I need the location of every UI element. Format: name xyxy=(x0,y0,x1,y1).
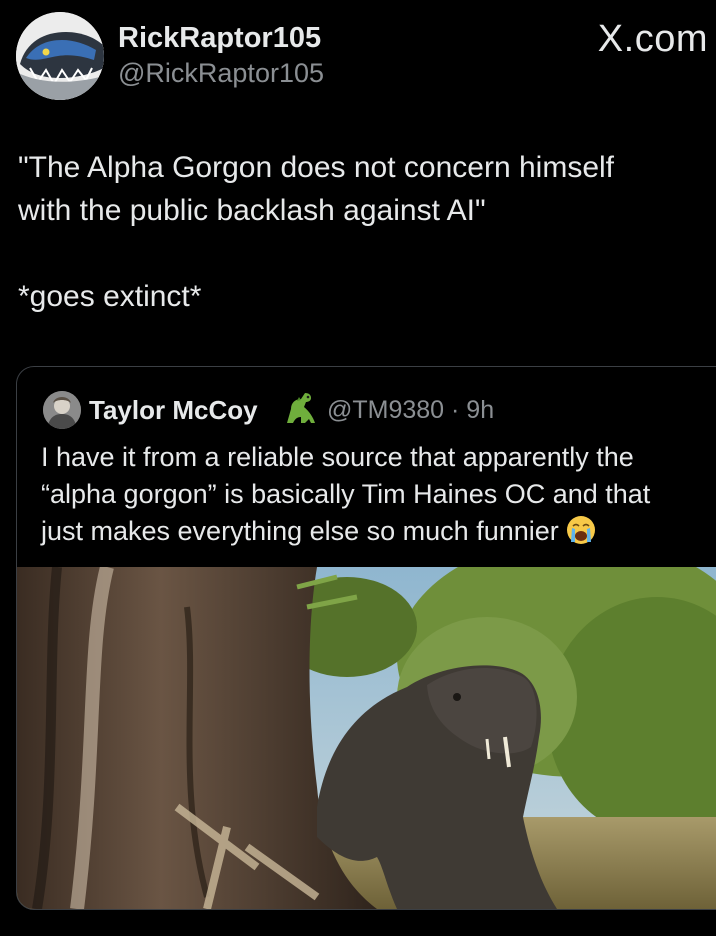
gorgonopsid-photo xyxy=(17,567,716,909)
quoted-line: just makes everything else so much funni… xyxy=(41,516,559,546)
quoted-tweet-card[interactable]: Taylor McCoy @TM9380 · 9h I have it from… xyxy=(16,366,716,910)
crying-face-icon xyxy=(565,514,597,546)
dinosaur-emoji-icon xyxy=(287,393,315,423)
x-com-watermark: X.com xyxy=(597,18,708,60)
quoted-avatar-icon xyxy=(43,391,81,429)
quoted-handle-time[interactable]: @TM9380 · 9h xyxy=(327,396,494,425)
quoted-display-name[interactable]: Taylor McCoy xyxy=(89,395,258,426)
quoted-line: “alpha gorgon” is basically Tim Haines O… xyxy=(41,479,651,509)
tweet-header: RickRaptor105 @RickRaptor105 X.com xyxy=(0,0,716,110)
tweet-body: "The Alpha Gorgon does not concern himse… xyxy=(18,146,698,318)
quoted-tweet-photo[interactable] xyxy=(17,567,716,909)
quoted-line: I have it from a reliable source that ap… xyxy=(41,442,634,472)
quoted-author-avatar[interactable] xyxy=(43,391,81,429)
tweet-line: *goes extinct* xyxy=(18,280,202,313)
tweet-line: "The Alpha Gorgon does not concern himse… xyxy=(18,151,615,184)
quoted-tweet-body: I have it from a reliable source that ap… xyxy=(41,439,716,550)
blue-raptor-avatar-icon xyxy=(16,12,104,100)
author-display-name[interactable]: RickRaptor105 xyxy=(118,22,321,55)
author-avatar[interactable] xyxy=(16,12,104,100)
author-handle[interactable]: @RickRaptor105 xyxy=(118,58,324,89)
tweet-line: with the public backlash against AI" xyxy=(18,194,486,227)
